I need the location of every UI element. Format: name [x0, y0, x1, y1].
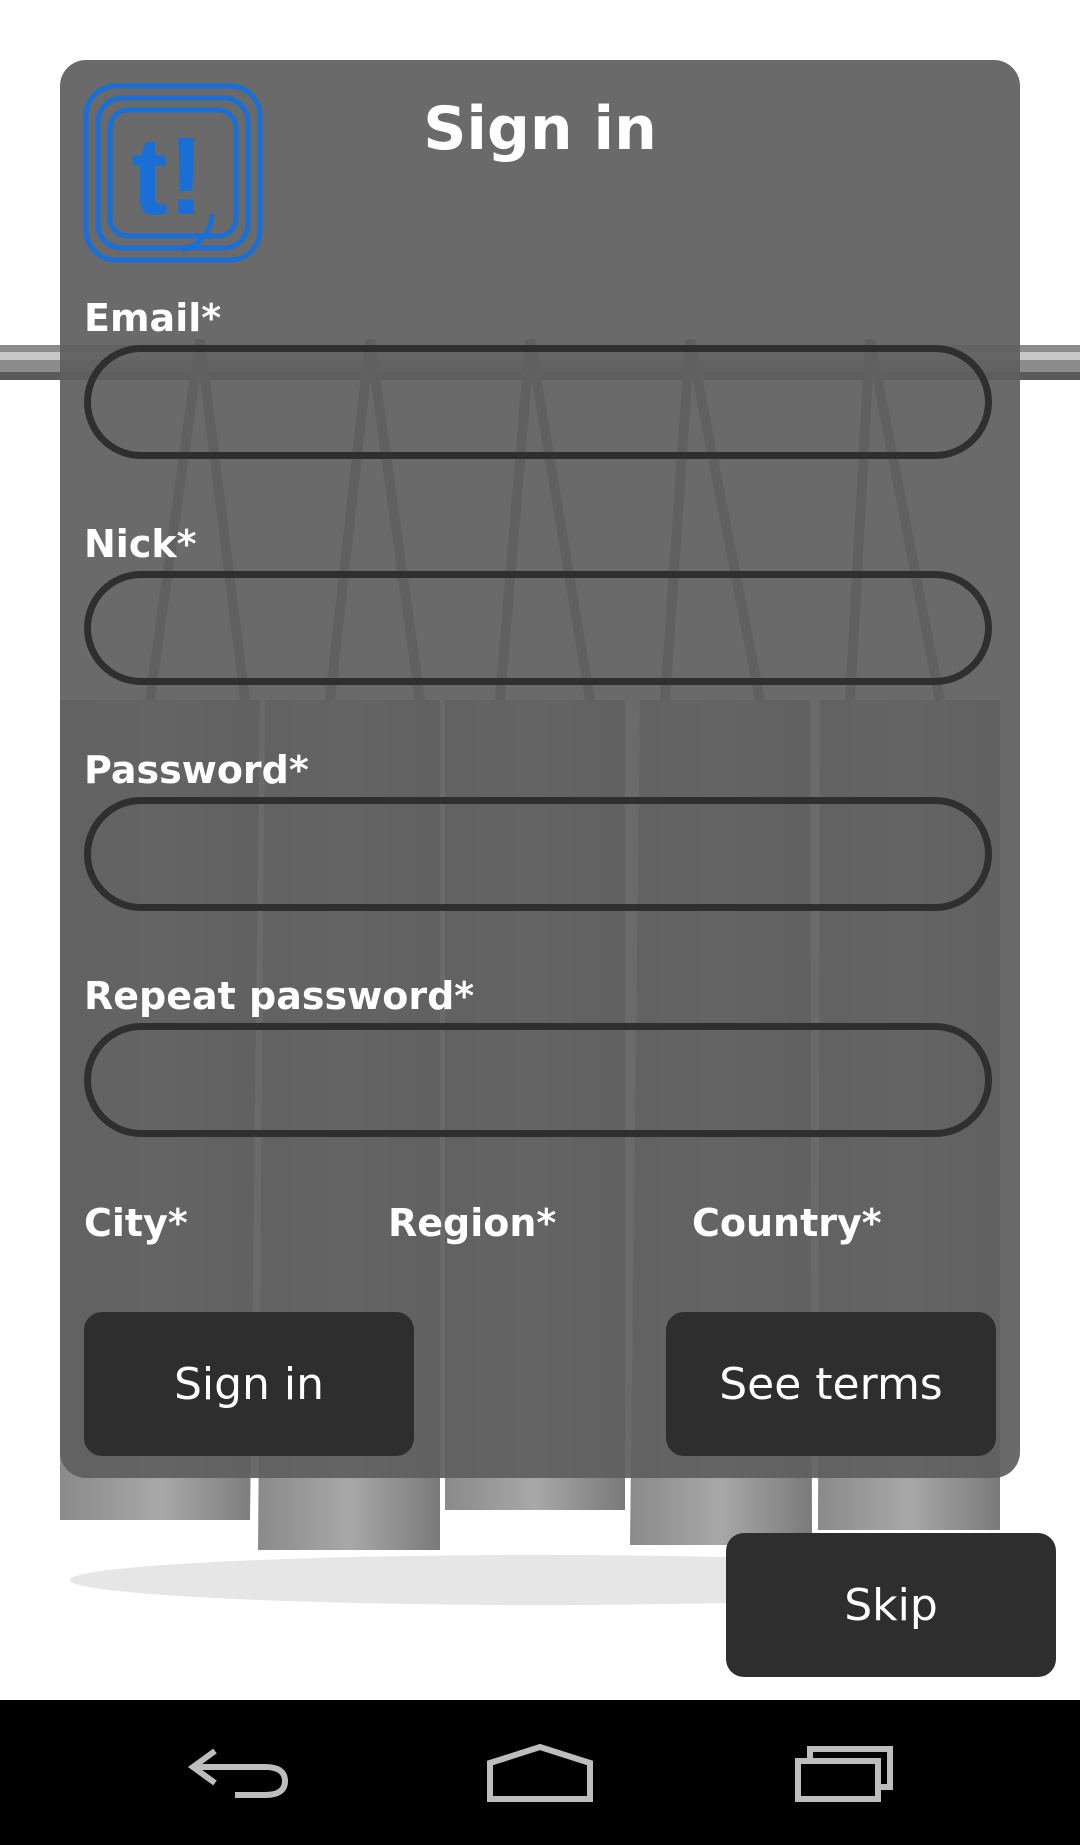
back-button[interactable]: [170, 1700, 310, 1845]
region-selector[interactable]: Region*: [388, 1200, 556, 1246]
password-label: Password*: [84, 748, 309, 792]
home-icon: [487, 1743, 593, 1802]
nick-label: Nick*: [84, 522, 197, 566]
page-title: Sign in: [423, 94, 657, 164]
home-button[interactable]: [470, 1700, 610, 1845]
city-selector[interactable]: City*: [84, 1200, 188, 1246]
see-terms-button[interactable]: See terms: [666, 1312, 996, 1456]
country-selector[interactable]: Country*: [692, 1200, 882, 1246]
repeat-password-label: Repeat password*: [84, 974, 475, 1018]
recents-icon: [795, 1745, 893, 1802]
repeat-password-field[interactable]: [84, 1023, 992, 1137]
skip-button[interactable]: Skip: [726, 1533, 1056, 1677]
email-label: Email*: [84, 296, 222, 340]
nick-field[interactable]: [84, 571, 992, 685]
system-nav-bar: [0, 1700, 1080, 1845]
sign-in-screen: t! Sign in Email* Nick* Password* Repeat…: [0, 0, 1080, 1845]
email-field[interactable]: [84, 345, 992, 459]
recents-button[interactable]: [775, 1700, 915, 1845]
sign-in-button[interactable]: Sign in: [84, 1312, 414, 1456]
password-field[interactable]: [84, 797, 992, 911]
back-icon: [187, 1748, 289, 1798]
